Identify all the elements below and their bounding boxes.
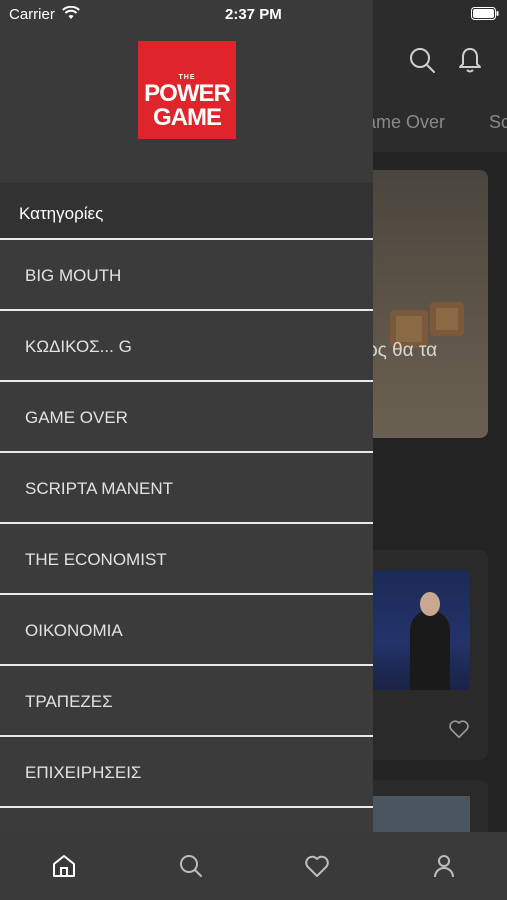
home-icon[interactable] xyxy=(50,852,78,880)
carrier-label: Carrier xyxy=(9,6,55,23)
tab-game-over[interactable]: ame Over xyxy=(366,112,445,133)
menu-item-big-mouth[interactable]: BIG MOUTH xyxy=(0,238,373,309)
card-image-detail xyxy=(430,302,464,336)
category-menu: BIG MOUTH ΚΩΔΙΚΟΣ... G GAME OVER SCRIPTA… xyxy=(0,238,373,832)
clock: 2:37 PM xyxy=(225,6,282,23)
logo-game: GAME xyxy=(153,104,222,131)
battery-icon xyxy=(471,7,499,20)
menu-item-label: ΤΡΑΠΕΖΕΣ xyxy=(25,692,113,711)
heart-icon[interactable] xyxy=(303,852,331,880)
menu-item-label: ΕΠΙΧΕΙΡΗΣΕΙΣ xyxy=(25,763,142,782)
menu-item-label: ΟΙΚΟΝΟΜΙΑ xyxy=(25,621,123,640)
menu-item-label: SCRIPTA MANENT xyxy=(25,479,173,498)
brand-logo[interactable]: THE POWER GAME xyxy=(138,41,236,139)
menu-item-kodikos-g[interactable]: ΚΩΔΙΚΟΣ... G xyxy=(0,309,373,380)
menu-item-epixeiriseis[interactable]: ΕΠΙΧΕΙΡΗΣΕΙΣ xyxy=(0,735,373,806)
menu-item-oikonomia[interactable]: ΟΙΚΟΝΟΜΙΑ xyxy=(0,593,373,664)
user-icon[interactable] xyxy=(430,852,458,880)
search-icon[interactable] xyxy=(177,852,205,880)
menu-item-trapezes[interactable]: ΤΡΑΠΕΖΕΣ xyxy=(0,664,373,735)
categories-title: Κατηγορίες xyxy=(19,204,104,223)
photo-head xyxy=(420,592,440,616)
wifi-icon xyxy=(62,6,80,19)
bell-icon[interactable] xyxy=(456,46,484,74)
tab-scripta[interactable]: Sc xyxy=(489,112,507,133)
article-photo xyxy=(370,570,470,690)
menu-item-label: GAME OVER xyxy=(25,408,128,427)
photo-person xyxy=(410,610,450,690)
favorite-heart-icon[interactable] xyxy=(448,718,470,740)
menu-item-scripta-manent[interactable]: SCRIPTA MANENT xyxy=(0,451,373,522)
search-icon[interactable] xyxy=(408,46,436,74)
menu-item-label: ΚΩΔΙΚΟΣ... G xyxy=(25,337,132,356)
menu-item-label: BIG MOUTH xyxy=(25,266,122,285)
menu-item-the-economist[interactable]: THE ECONOMIST xyxy=(0,522,373,593)
bottom-tab-bar xyxy=(0,832,507,900)
categories-header: Κατηγορίες xyxy=(0,184,373,238)
menu-item-partial[interactable] xyxy=(0,806,373,832)
side-drawer: THE POWER GAME Κατηγορίες BIG MOUTH ΚΩΔΙ… xyxy=(0,0,373,832)
menu-item-game-over[interactable]: GAME OVER xyxy=(0,380,373,451)
status-bar: Carrier 2:37 PM xyxy=(0,0,507,30)
menu-item-label: THE ECONOMIST xyxy=(25,550,167,569)
